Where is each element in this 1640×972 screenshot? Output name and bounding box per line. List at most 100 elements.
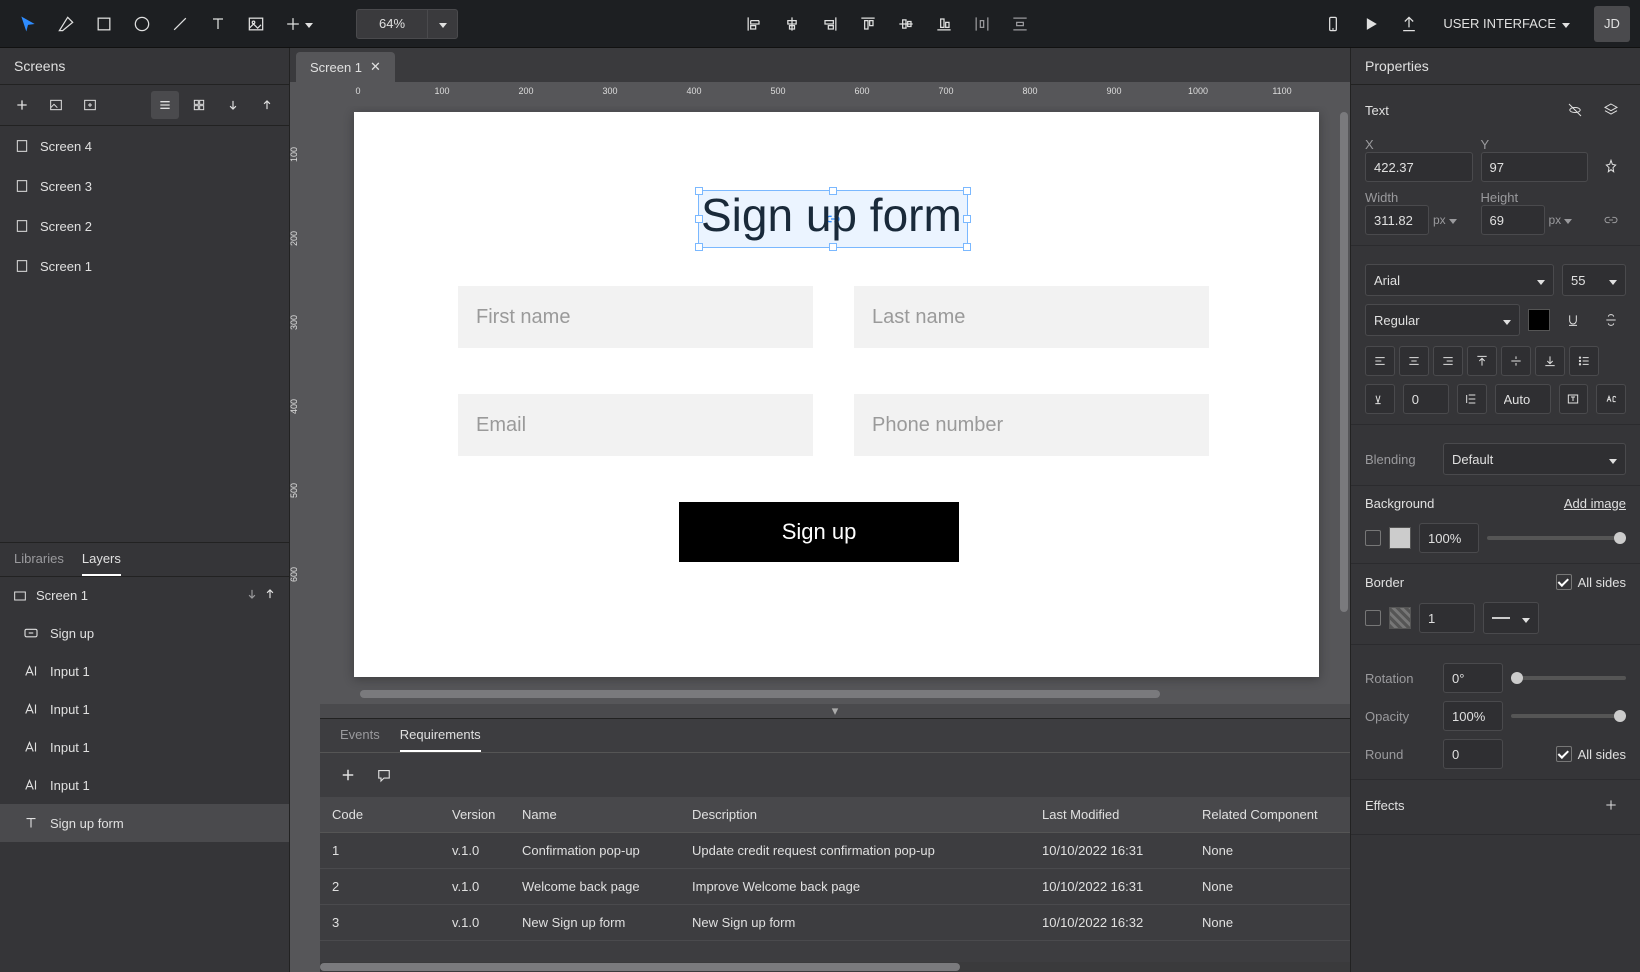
- text-align-center-icon[interactable]: [1399, 346, 1429, 376]
- upload-icon[interactable]: [1391, 6, 1427, 42]
- view-grid-icon[interactable]: [185, 91, 213, 119]
- add-image-link[interactable]: Add image: [1564, 496, 1626, 511]
- border-allsides-checkbox[interactable]: [1556, 574, 1572, 590]
- rotation-slider[interactable]: [1511, 676, 1626, 680]
- layer-root[interactable]: Screen 1: [0, 577, 289, 614]
- layers-icon[interactable]: [1596, 95, 1626, 125]
- input-y[interactable]: [1481, 152, 1589, 182]
- visibility-toggle-icon[interactable]: [1560, 95, 1590, 125]
- text-transform-icon[interactable]: [1596, 384, 1626, 414]
- resize-handle[interactable]: [963, 187, 971, 195]
- canvas-input-lastname[interactable]: Last name: [854, 286, 1209, 348]
- round-input[interactable]: [1443, 739, 1503, 769]
- canvas-input-email[interactable]: Email: [458, 394, 813, 456]
- add-tool[interactable]: [276, 6, 320, 42]
- underline-icon[interactable]: [1558, 305, 1588, 335]
- layer-item[interactable]: Sign up form: [0, 804, 289, 842]
- text-align-left-icon[interactable]: [1365, 346, 1395, 376]
- text-box-icon[interactable]: [1559, 384, 1589, 414]
- align-top-icon[interactable]: [850, 6, 886, 42]
- font-color-swatch[interactable]: [1528, 309, 1550, 331]
- bottom-horizontal-scrollbar[interactable]: [320, 962, 1350, 972]
- close-icon[interactable]: ✕: [370, 59, 381, 75]
- align-center-h-icon[interactable]: [774, 6, 810, 42]
- view-list-icon[interactable]: [151, 91, 179, 119]
- input-width[interactable]: [1365, 205, 1429, 235]
- table-row[interactable]: 2 v.1.0 Welcome back page Improve Welcom…: [320, 869, 1350, 905]
- layer-sort-down-icon[interactable]: [245, 587, 259, 604]
- input-height[interactable]: [1481, 205, 1545, 235]
- play-icon[interactable]: [1353, 6, 1389, 42]
- pin-icon[interactable]: [1596, 152, 1626, 182]
- layer-item[interactable]: Input 1: [0, 766, 289, 804]
- tab-libraries[interactable]: Libraries: [14, 551, 64, 576]
- pen-tool[interactable]: [48, 6, 84, 42]
- new-folder-icon[interactable]: [76, 91, 104, 119]
- font-family-dropdown[interactable]: Arial: [1365, 264, 1554, 296]
- table-row[interactable]: 3 v.1.0 New Sign up form New Sign up for…: [320, 905, 1350, 941]
- sort-down-icon[interactable]: [219, 91, 247, 119]
- resize-handle[interactable]: [829, 243, 837, 251]
- blending-dropdown[interactable]: Default: [1443, 443, 1626, 475]
- resize-handle[interactable]: [963, 243, 971, 251]
- canvas-signup-button[interactable]: Sign up: [679, 502, 959, 562]
- border-enable-checkbox[interactable]: [1365, 610, 1381, 626]
- width-unit-dropdown[interactable]: px: [1429, 213, 1461, 227]
- rectangle-tool[interactable]: [86, 6, 122, 42]
- text-align-right-icon[interactable]: [1433, 346, 1463, 376]
- resize-handle[interactable]: [695, 243, 703, 251]
- project-dropdown[interactable]: USER INTERFACE: [1433, 16, 1580, 31]
- link-dimensions-icon[interactable]: [1596, 205, 1626, 235]
- user-avatar[interactable]: JD: [1594, 6, 1630, 42]
- ellipse-tool[interactable]: [124, 6, 160, 42]
- import-image-icon[interactable]: [42, 91, 70, 119]
- text-valign-bottom-icon[interactable]: [1535, 346, 1565, 376]
- opacity-slider[interactable]: [1511, 714, 1626, 718]
- panel-collapse-handle[interactable]: ▾: [320, 704, 1350, 718]
- add-requirement-icon[interactable]: [334, 761, 362, 789]
- round-allsides-checkbox[interactable]: [1556, 746, 1572, 762]
- zoom-value[interactable]: 64%: [357, 16, 427, 31]
- align-right-icon[interactable]: [812, 6, 848, 42]
- canvas-horizontal-scrollbar[interactable]: [360, 690, 1160, 698]
- col-version[interactable]: Version: [440, 797, 510, 833]
- text-valign-top-icon[interactable]: [1467, 346, 1497, 376]
- col-code[interactable]: Code: [320, 797, 440, 833]
- device-preview-icon[interactable]: [1315, 6, 1351, 42]
- text-tool[interactable]: [200, 6, 236, 42]
- screen-item[interactable]: Screen 2: [0, 206, 289, 246]
- add-screen-icon[interactable]: [8, 91, 36, 119]
- strikethrough-icon[interactable]: [1596, 305, 1626, 335]
- col-description[interactable]: Description: [680, 797, 1030, 833]
- align-bottom-icon[interactable]: [926, 6, 962, 42]
- layer-item[interactable]: Sign up: [0, 614, 289, 652]
- letter-spacing-input[interactable]: [1403, 384, 1449, 414]
- distribute-v-icon[interactable]: [1002, 6, 1038, 42]
- rotation-input[interactable]: [1443, 663, 1503, 693]
- line-height-icon[interactable]: [1457, 384, 1487, 414]
- screen-item[interactable]: Screen 4: [0, 126, 289, 166]
- canvas-text-title[interactable]: Sign up form: [701, 188, 962, 242]
- background-opacity-slider[interactable]: [1487, 536, 1626, 540]
- col-modified[interactable]: Last Modified: [1030, 797, 1190, 833]
- zoom-control[interactable]: 64%: [356, 9, 458, 39]
- tab-layers[interactable]: Layers: [82, 551, 121, 576]
- artboard[interactable]: Sign up form First name Last name Email …: [354, 112, 1319, 677]
- tab-requirements[interactable]: Requirements: [400, 727, 481, 752]
- align-left-icon[interactable]: [736, 6, 772, 42]
- bullet-list-icon[interactable]: [1569, 346, 1599, 376]
- screen-item[interactable]: Screen 1: [0, 246, 289, 286]
- canvas-area[interactable]: Sign up form First name Last name Email …: [320, 106, 1350, 704]
- opacity-input[interactable]: [1443, 701, 1503, 731]
- height-unit-dropdown[interactable]: px: [1545, 213, 1577, 227]
- font-size-dropdown[interactable]: 55: [1562, 264, 1626, 296]
- distribute-h-icon[interactable]: [964, 6, 1000, 42]
- layer-sort-up-icon[interactable]: [263, 587, 277, 604]
- col-related[interactable]: Related Component: [1190, 797, 1350, 833]
- background-opacity-input[interactable]: [1419, 523, 1479, 553]
- tab-events[interactable]: Events: [340, 727, 380, 752]
- layer-item[interactable]: Input 1: [0, 690, 289, 728]
- table-row[interactable]: 1 v.1.0 Confirmation pop-up Update credi…: [320, 833, 1350, 869]
- border-color-swatch[interactable]: [1389, 607, 1411, 629]
- zoom-dropdown[interactable]: [427, 10, 457, 38]
